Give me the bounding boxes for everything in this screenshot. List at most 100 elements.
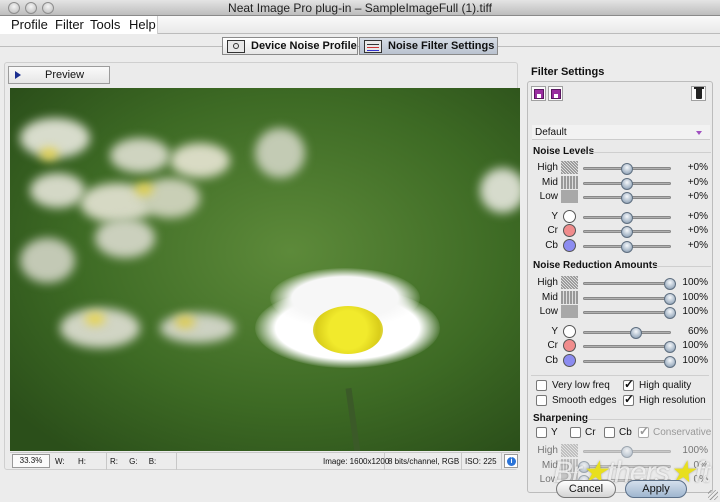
slider-knob[interactable]: [629, 326, 642, 339]
cancel-button[interactable]: Cancel: [556, 480, 616, 498]
noise-swatch-icon: [561, 175, 578, 189]
noise-swatch-icon: [561, 190, 578, 204]
noise-level-row-y: Y +0%: [528, 209, 712, 224]
noise-level-row-cr: Cr +0%: [528, 224, 712, 239]
slider-knob[interactable]: [664, 356, 676, 368]
conservative-checkbox[interactable]: [638, 424, 649, 438]
noise-swatch-icon: [561, 161, 578, 174]
slider-value: +0%: [687, 191, 708, 203]
slider-value: 100%: [682, 291, 708, 303]
channel-color-icon: [563, 209, 576, 223]
slider-value: 0%: [693, 474, 708, 486]
row-label: High: [537, 277, 558, 288]
slider-knob[interactable]: [664, 292, 676, 305]
slider-knob[interactable]: [664, 307, 676, 320]
chevron-down-icon: [696, 131, 702, 135]
row-label: Y: [551, 210, 558, 222]
sliders-icon: [364, 39, 382, 53]
noise-reduction-slider-y[interactable]: [583, 326, 671, 339]
noise-level-slider-cr[interactable]: [583, 226, 671, 239]
dimension-readout: W: H:: [52, 453, 107, 470]
menu-help[interactable]: Help: [129, 17, 156, 32]
menu-filter[interactable]: Filter: [55, 17, 84, 32]
row-label: Mid: [541, 291, 558, 303]
apply-button[interactable]: Apply: [625, 480, 687, 498]
menu-bar: Profile Filter Tools Help: [0, 16, 720, 34]
slider-value: 100%: [682, 355, 708, 366]
row-label: Cr: [547, 225, 558, 237]
sharpen-cr-checkbox[interactable]: [570, 427, 581, 438]
noise-reduction-row-y: Y 60%: [528, 324, 712, 339]
slider-knob[interactable]: [578, 460, 590, 473]
menu-profile[interactable]: Profile: [11, 17, 48, 32]
delete-preset-button[interactable]: [691, 86, 706, 101]
slider-value: +0%: [687, 240, 708, 251]
preview-button[interactable]: Preview: [8, 66, 110, 84]
camera-icon: [227, 39, 245, 53]
info-button[interactable]: i: [504, 454, 518, 468]
zoom-level-field[interactable]: 33.3%: [12, 454, 50, 468]
noise-reduction-slider-mid[interactable]: [583, 292, 676, 305]
sharpen-y-checkbox[interactable]: [536, 427, 547, 438]
noise-level-slider-cb[interactable]: [583, 241, 671, 253]
noise-reduction-row-low: Low 100%: [528, 305, 712, 320]
tab-noise-filter-settings[interactable]: Noise Filter Settings: [359, 37, 498, 55]
noise-level-slider-low[interactable]: [583, 192, 671, 205]
row-label: High: [537, 162, 558, 173]
slider-value: 0%: [693, 459, 708, 471]
high-quality-checkbox[interactable]: [623, 377, 634, 391]
save-preset-button[interactable]: [548, 86, 563, 101]
noise-swatch-icon: [561, 444, 578, 457]
row-label: Cb: [545, 355, 558, 366]
slider-knob[interactable]: [621, 446, 633, 458]
high-resolution-label: High resolution: [639, 395, 706, 406]
daisy-flower: [235, 268, 460, 388]
sharpening-slider-mid[interactable]: [578, 460, 671, 473]
slider-value: +0%: [687, 225, 708, 237]
preset-dropdown[interactable]: Default: [532, 125, 710, 140]
slider-knob[interactable]: [621, 226, 633, 239]
noise-reduction-slider-high[interactable]: [583, 278, 676, 290]
noise-level-slider-mid[interactable]: [583, 177, 671, 190]
tab-bar: Device Noise Profile Noise Filter Settin…: [0, 34, 720, 60]
load-preset-button[interactable]: [531, 86, 546, 101]
high-resolution-checkbox[interactable]: [623, 392, 634, 406]
sharpen-cr-label: Cr: [585, 427, 596, 438]
slider-value: 100%: [682, 340, 708, 352]
noise-reduction-row-mid: Mid 100%: [528, 290, 712, 305]
sharpen-y-label: Y: [551, 427, 558, 438]
slider-knob[interactable]: [664, 341, 676, 354]
resize-grip[interactable]: [708, 490, 718, 500]
noise-reduction-slider-cb[interactable]: [583, 356, 676, 368]
noise-level-slider-y[interactable]: [583, 211, 671, 224]
slider-value: 60%: [687, 325, 708, 337]
sharpening-slider-high[interactable]: [583, 446, 671, 458]
menu-tools[interactable]: Tools: [90, 17, 120, 32]
noise-reduction-slider-cr[interactable]: [583, 341, 676, 354]
smooth-edges-checkbox[interactable]: [536, 395, 547, 406]
slider-knob[interactable]: [621, 192, 633, 205]
sharpen-cb-checkbox[interactable]: [604, 427, 615, 438]
sharpen-cb-label: Cb: [619, 427, 632, 438]
slider-knob[interactable]: [621, 211, 633, 224]
preview-image[interactable]: [10, 88, 520, 451]
slider-knob[interactable]: [621, 163, 633, 175]
tab-device-noise-profile[interactable]: Device Noise Profile: [222, 37, 358, 55]
noise-reduction-row-cb: Cb 100%: [528, 354, 712, 368]
noise-reduction-slider-low[interactable]: [583, 307, 676, 320]
slider-value: 100%: [682, 306, 708, 318]
iso-label: ISO: 225: [462, 453, 502, 470]
row-label: Low: [539, 306, 558, 318]
slider-knob[interactable]: [621, 177, 633, 190]
tab-label: Device Noise Profile: [251, 40, 357, 52]
save-disk-icon: [551, 89, 561, 99]
info-icon: i: [507, 457, 516, 466]
slider-knob[interactable]: [621, 241, 633, 253]
slider-knob[interactable]: [664, 278, 676, 290]
very-low-freq-checkbox[interactable]: [536, 380, 547, 391]
noise-swatch-icon: [561, 290, 578, 304]
noise-level-slider-high[interactable]: [583, 163, 671, 175]
row-label: High: [537, 445, 558, 456]
noise-level-row-mid: Mid +0%: [528, 175, 712, 190]
rgb-readout: R: G: B:: [107, 453, 177, 470]
